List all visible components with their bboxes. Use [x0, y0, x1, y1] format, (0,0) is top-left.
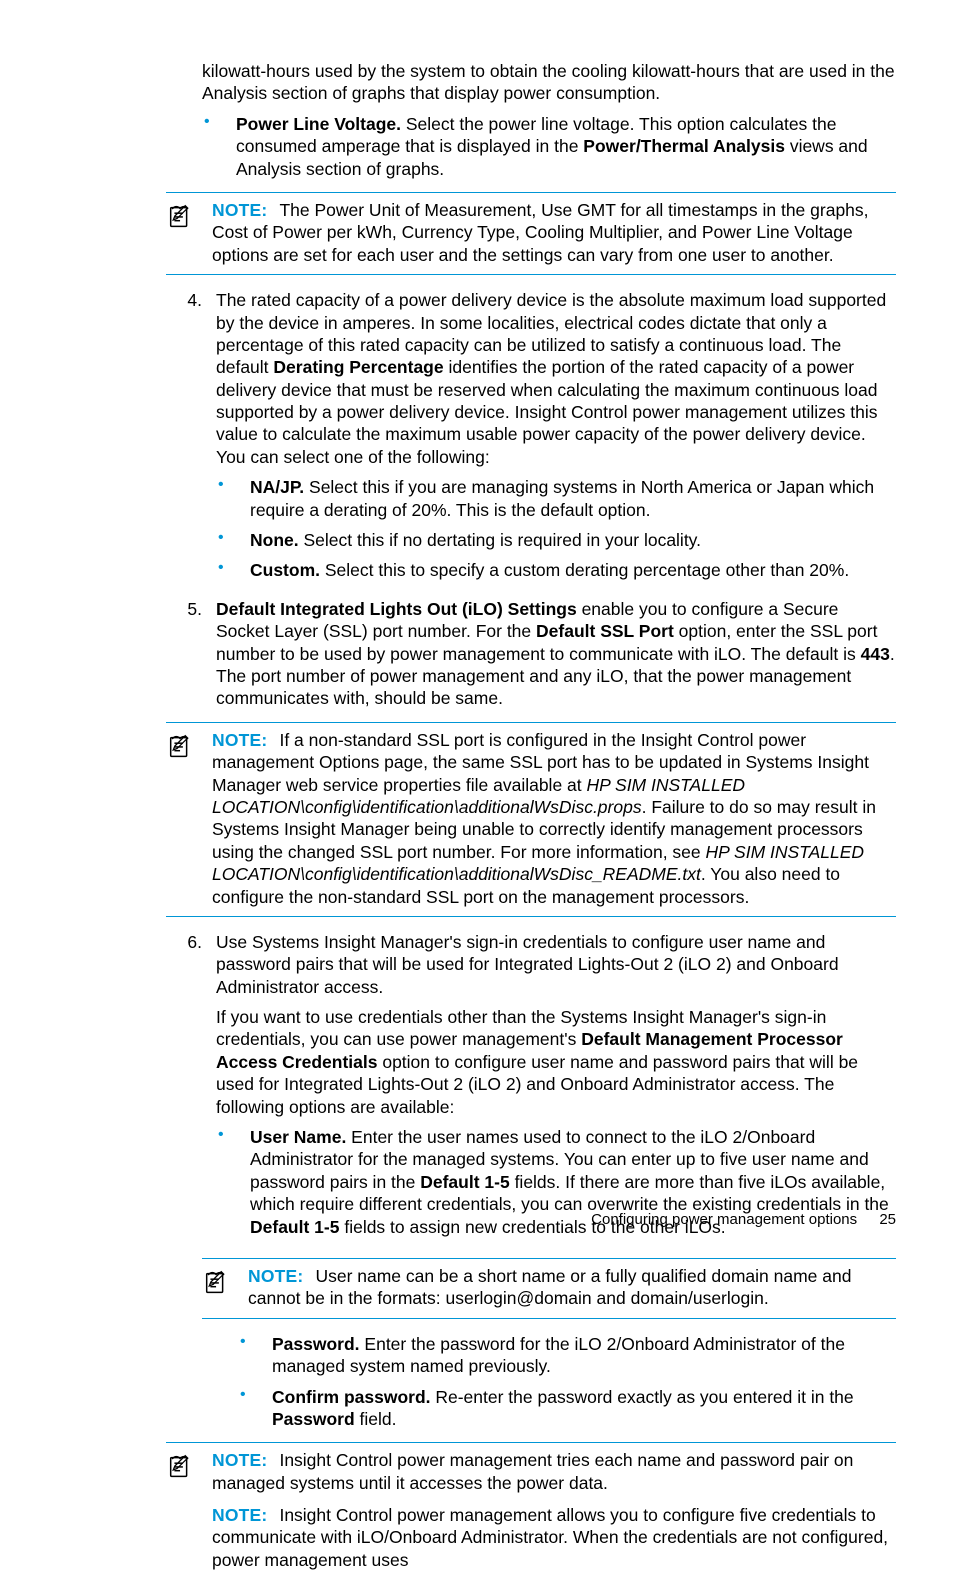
custom-text: Select this to specify a custom derating… [320, 560, 849, 580]
note1-body: The Power Unit of Measurement, Use GMT f… [212, 200, 869, 265]
note-rule-top [166, 1442, 896, 1443]
note-icon [166, 729, 212, 766]
note-rule-top [166, 722, 896, 723]
un-b1: Default 1-5 [420, 1172, 509, 1192]
bullet-none: • None. Select this if no dertating is r… [216, 529, 896, 551]
bullet-dot-icon: • [238, 1386, 272, 1431]
i6-p1: Use Systems Insight Manager's sign-in cr… [216, 931, 896, 998]
ol-number: 6. [166, 931, 216, 1246]
pvolt-b1: Power/Thermal Analysis [583, 136, 785, 156]
i5-b1: Default Integrated Lights Out (iLO) Sett… [216, 599, 577, 619]
note-block-2: NOTE:If a non-standard SSL port is confi… [166, 722, 896, 917]
carryover-block: kilowatt-hours used by the system to obt… [202, 60, 896, 180]
ol-body: The rated capacity of a power delivery d… [216, 289, 896, 590]
najp-text: Select this if you are managing systems … [250, 477, 874, 519]
ol-item-6: 6. Use Systems Insight Manager's sign-in… [166, 931, 896, 1246]
note-rule-top [166, 192, 896, 193]
list-item-body: Power Line Voltage. Select the power lin… [236, 113, 896, 180]
bullet-confirm-password: • Confirm password. Re-enter the passwor… [238, 1386, 896, 1431]
note-rule-bottom [166, 274, 896, 275]
i4-b1: Derating Percentage [273, 357, 443, 377]
carryover-text: kilowatt-hours used by the system to obt… [202, 60, 896, 105]
un-label: User Name. [250, 1127, 346, 1147]
note-block-1: NOTE:The Power Unit of Measurement, Use … [166, 192, 896, 275]
bullet-najp: • NA/JP. Select this if you are managing… [216, 476, 896, 521]
bullet-password: • Password. Enter the password for the i… [238, 1333, 896, 1378]
cpw-label: Confirm password. [272, 1387, 431, 1407]
n3-text: User name can be a short name or a fully… [248, 1266, 851, 1308]
cpw-a: Re-enter the password exactly as you ent… [431, 1387, 854, 1407]
bullet-dot-icon: • [202, 113, 236, 180]
cpw-b1: Password [272, 1409, 355, 1429]
ol-body: Default Integrated Lights Out (iLO) Sett… [216, 598, 896, 710]
page-number: 25 [879, 1211, 896, 1228]
none-label: None. [250, 530, 299, 550]
cpw-b: field. [355, 1409, 397, 1429]
note-text: NOTE:The Power Unit of Measurement, Use … [212, 199, 896, 266]
bullet-dot-icon: • [216, 529, 250, 551]
n4-t2: Insight Control power management allows … [212, 1505, 888, 1570]
bullet-dot-icon: • [238, 1333, 272, 1378]
note-icon [166, 1449, 212, 1486]
custom-label: Custom. [250, 560, 320, 580]
ol-number: 4. [166, 289, 216, 590]
bullet-power-line-voltage: • Power Line Voltage. Select the power l… [202, 113, 896, 180]
note-rule-top [202, 1258, 896, 1259]
pw-label: Password. [272, 1334, 360, 1354]
note-text: NOTE:User name can be a short name or a … [248, 1265, 896, 1310]
ol-item-5: 5. Default Integrated Lights Out (iLO) S… [166, 598, 896, 710]
page-footer: Configuring power management options 25 [591, 1210, 896, 1229]
note-text: NOTE:If a non-standard SSL port is confi… [212, 729, 896, 908]
note-label: NOTE: [212, 1450, 267, 1470]
note-label: NOTE: [212, 730, 267, 750]
i5-b3: 443 [861, 644, 890, 664]
i5-b2: Default SSL Port [536, 621, 674, 641]
bullet-dot-icon: • [216, 559, 250, 581]
ol-body: Use Systems Insight Manager's sign-in cr… [216, 931, 896, 1246]
note-rule-bottom [202, 1318, 896, 1319]
n4-t1: Insight Control power management tries e… [212, 1450, 853, 1492]
bullet-custom: • Custom. Select this to specify a custo… [216, 559, 896, 581]
ol-number: 5. [166, 598, 216, 710]
none-text: Select this if no dertating is required … [299, 530, 701, 550]
note-label: NOTE: [212, 200, 267, 220]
ol-item-6-cont: • Password. Enter the password for the i… [202, 1333, 896, 1431]
note-label: NOTE: [248, 1266, 303, 1286]
pvolt-label: Power Line Voltage. [236, 114, 401, 134]
note-block-3: NOTE:User name can be a short name or a … [202, 1258, 896, 1319]
document-page: kilowatt-hours used by the system to obt… [0, 0, 954, 1271]
note-rule-bottom [166, 916, 896, 917]
body-content: kilowatt-hours used by the system to obt… [166, 60, 896, 1571]
footer-section: Configuring power management options [591, 1211, 857, 1228]
note-label-2: NOTE: [212, 1505, 267, 1525]
un-b2: Default 1-5 [250, 1217, 339, 1237]
bullet-dot-icon: • [216, 1126, 250, 1238]
bullet-dot-icon: • [216, 476, 250, 521]
note-block-4: NOTE:Insight Control power management tr… [166, 1442, 896, 1571]
najp-label: NA/JP. [250, 477, 304, 497]
note-icon [166, 199, 212, 236]
note-text: NOTE:Insight Control power management tr… [212, 1449, 896, 1571]
ol-item-4: 4. The rated capacity of a power deliver… [166, 289, 896, 590]
n2-a: If a non-standard SSL port is configured… [212, 730, 869, 795]
